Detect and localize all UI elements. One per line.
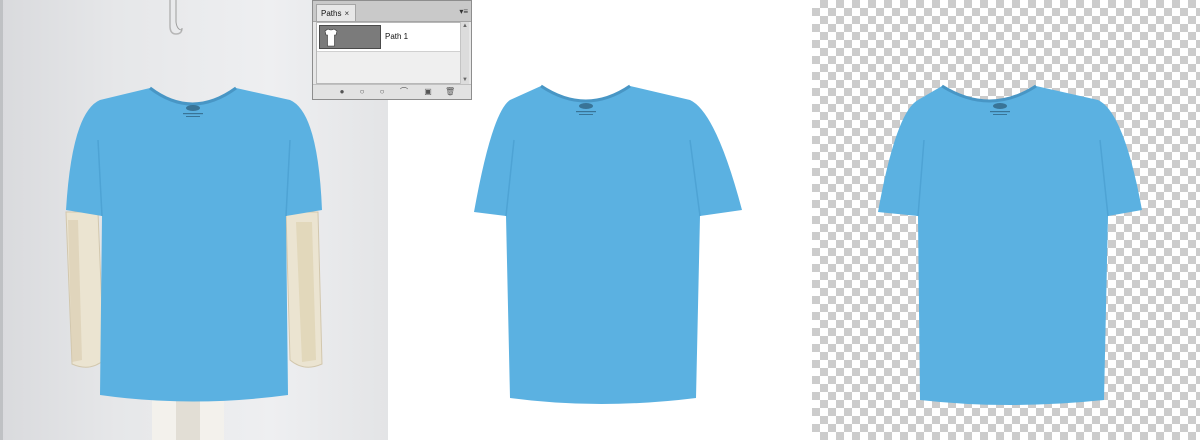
panel-menu-icon[interactable]: ▾≡	[459, 8, 468, 16]
paths-panel-tabbar: Paths × ▾≡	[313, 1, 471, 22]
path-row[interactable]: Path 1	[317, 23, 460, 52]
path-list: Path 1	[316, 22, 461, 84]
delete-path-icon[interactable]: 🗑	[445, 87, 455, 97]
tshirt-cutout-transparent	[878, 84, 1142, 405]
transparent-background-panel	[812, 0, 1200, 440]
tshirt-icon	[319, 25, 381, 49]
new-path-icon[interactable]: ▣	[423, 87, 433, 97]
path-name: Path 1	[385, 32, 409, 41]
fill-path-icon[interactable]: ●	[337, 87, 347, 97]
scroll-down-icon[interactable]: ▼	[461, 77, 469, 83]
paths-panel: Paths × ▾≡ Path 1 ▲ ▼ ● ○ ○ ⌒ ▣ 🗑	[312, 0, 472, 100]
scroll-up-icon[interactable]: ▲	[461, 23, 469, 29]
stroke-path-icon[interactable]: ○	[357, 87, 367, 97]
tab-paths-label: Paths	[321, 9, 342, 18]
path-list-scrollbar[interactable]: ▲ ▼	[460, 22, 469, 84]
paths-panel-footer: ● ○ ○ ⌒ ▣ 🗑	[313, 84, 471, 99]
make-work-path-icon[interactable]: ⌒	[399, 87, 409, 97]
load-as-selection-icon[interactable]: ○	[377, 87, 387, 97]
tab-paths[interactable]: Paths ×	[316, 4, 356, 21]
close-icon[interactable]: ×	[344, 9, 349, 18]
